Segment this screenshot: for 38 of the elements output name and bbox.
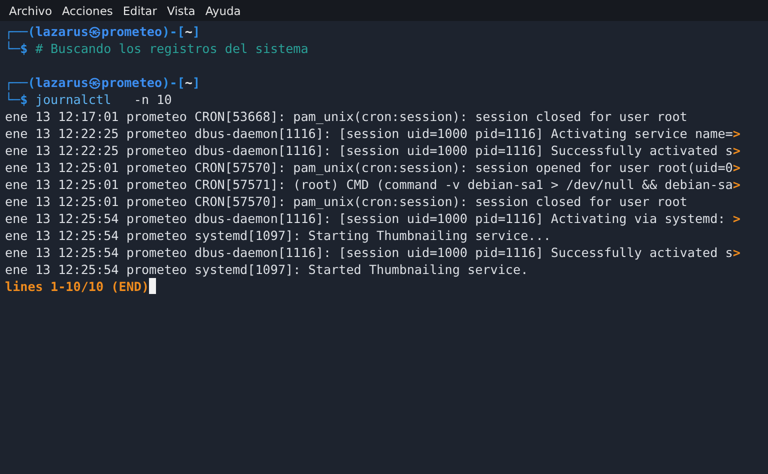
prompt-symbol: └─$ [5, 91, 29, 108]
log-line: ene 13 12:25:54 prometeo dbus-daemon[1116]: [session uid=1000 pid=1116] Successfully activated s [5, 244, 733, 261]
log-line: ene 13 12:17:01 prometeo CRON[53668]: pam_unix(cron:session): session closed for user root [5, 108, 688, 125]
command-arguments: -n 10 [132, 91, 172, 108]
prompt-frame: ┌──( [5, 23, 36, 40]
truncation-mark: > [732, 244, 740, 261]
truncation-mark: > [732, 176, 740, 193]
prompt-frame: )-[ [162, 23, 185, 40]
menu-item[interactable]: Ayuda [200, 4, 246, 18]
shell-comment: # Buscando los registros del sistema [35, 40, 308, 57]
shell-command: journalctl [35, 91, 112, 108]
log-line: ene 13 12:25:54 prometeo systemd[1097]: Starting Thumbnailing service... [5, 227, 551, 244]
prompt-frame: ] [192, 23, 200, 40]
menu-item[interactable]: Archivo [4, 4, 57, 18]
prompt-frame: ] [192, 74, 200, 91]
menu-item[interactable]: Vista [162, 4, 200, 18]
text-cursor [149, 278, 156, 294]
prompt-frame: )-[ [162, 74, 185, 91]
log-line: ene 13 12:22:25 prometeo dbus-daemon[1116]: [session uid=1000 pid=1116] Activating service name= [5, 125, 733, 142]
log-line: ene 13 12:22:25 prometeo dbus-daemon[1116]: [session uid=1000 pid=1116] Successfully activated s [5, 142, 733, 159]
prompt-frame: ┌──( [5, 74, 36, 91]
pager-status: lines 1-10/10 (END) [5, 278, 150, 295]
menu-item[interactable]: Editar [118, 4, 162, 18]
truncation-mark: > [732, 210, 740, 227]
prompt-directory: ~ [184, 74, 192, 91]
log-line: ene 13 12:25:01 prometeo CRON[57570]: pam_unix(cron:session): session closed for user root [5, 193, 688, 210]
menu-item[interactable]: Acciones [57, 4, 118, 18]
prompt-user: lazarus㉿prometeo [35, 23, 162, 40]
prompt-symbol: └─$ [5, 40, 29, 57]
log-line: ene 13 12:25:54 prometeo systemd[1097]: Started Thumbnailing service. [5, 261, 528, 278]
log-line: ene 13 12:25:54 prometeo dbus-daemon[1116]: [session uid=1000 pid=1116] Activating via systemd: [5, 210, 726, 227]
prompt-directory: ~ [184, 23, 192, 40]
log-line: ene 13 12:25:01 prometeo CRON[57571]: (root) CMD (command -v debian-sa1 > /dev/null && debian-sa [5, 176, 733, 193]
truncation-mark: > [732, 142, 740, 159]
truncation-mark: > [732, 159, 740, 176]
prompt-user: lazarus㉿prometeo [35, 74, 162, 91]
truncation-mark: > [732, 125, 740, 142]
log-line: ene 13 12:25:01 prometeo CRON[57570]: pam_unix(cron:session): session opened for user root(uid=0 [5, 159, 733, 176]
